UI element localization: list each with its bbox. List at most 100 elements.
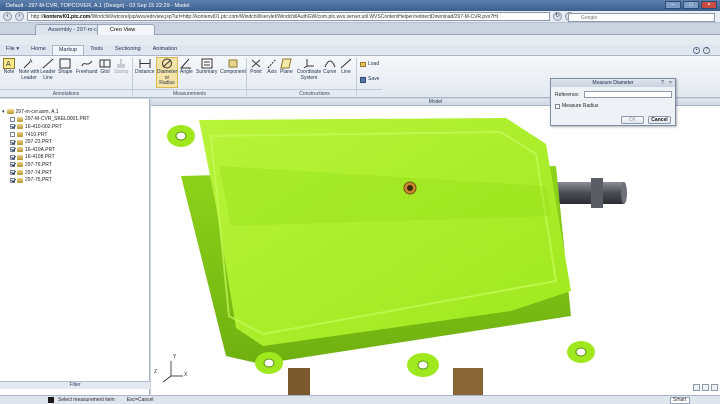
shape-label: Shape [58,69,73,75]
point-icon [250,58,262,69]
refresh-icon[interactable]: ↻ [553,12,562,21]
hole-feature[interactable] [403,181,417,195]
measure-radius-label: Measure Radius [562,103,599,109]
file-menu[interactable]: File ▾ [0,45,25,55]
view-icon[interactable] [693,384,700,391]
stamp-button[interactable]: Stamp [114,58,128,76]
tree-toolbar [0,99,149,108]
tree-root[interactable]: ▾ 297-m-cvr.asm, A.1 [0,108,149,116]
summary-button[interactable]: Summary [196,58,217,76]
distance-label: Distance [135,69,155,75]
point-button[interactable]: Point [250,58,262,76]
measure-diameter-dialog: Measure Diameter ? × Reference: Measure … [550,78,676,126]
line-button[interactable]: Line [340,58,352,76]
point-label: Point [250,69,262,75]
view-icon[interactable] [702,384,709,391]
visibility-checkbox[interactable] [10,170,15,176]
url-field[interactable]: http://kontenvl01.ptc.com/Windchill/wtco… [27,12,550,21]
load-button[interactable]: Load [360,61,379,68]
tab-creo-view[interactable]: Creo View [97,24,155,35]
collapse-icon[interactable]: ▾ [2,109,5,115]
shaft [556,178,627,208]
tree-item-label: 297-M-CVR_SKEL0001.PRT [25,116,90,123]
part-icon [17,154,23,160]
angle-label: Angle [180,69,193,75]
forward-icon[interactable]: › [15,12,24,21]
distance-button[interactable]: Distance [135,58,154,76]
minimize-button[interactable]: – [665,1,681,9]
pin-icon[interactable]: ▪ [693,47,700,54]
plane-button[interactable]: Plane [280,58,293,76]
coordinate-system-button[interactable]: Coordinate System [296,58,322,81]
tree-item-label: 16-410A.PRT [25,146,56,153]
close-icon[interactable]: × [667,79,674,87]
tab-sectioning[interactable]: Sectioning [109,45,147,55]
component-button[interactable]: Component [220,58,246,76]
tab-tools[interactable]: Tools [84,45,109,55]
tab-home[interactable]: Home [25,45,52,55]
visibility-checkbox[interactable] [10,116,15,122]
file-menu-label: File [6,46,15,52]
tree-item[interactable]: 297-23.PRT [0,138,149,146]
visibility-checkbox[interactable] [10,154,15,160]
gtol-button[interactable]: Gtol [99,58,111,76]
visibility-checkbox[interactable] [10,124,15,130]
note-button[interactable]: A Note [3,58,15,76]
tree-item[interactable]: 297-75.PRT [0,176,149,184]
axis-label-y: Y [173,354,177,360]
reference-field[interactable] [584,91,672,98]
selection-mode-select[interactable]: Smart [670,396,690,404]
note-label: Note [3,69,15,75]
measure-radius-checkbox[interactable] [555,103,560,109]
diameter-label: Diameter or Radius [156,69,178,86]
visibility-checkbox[interactable] [10,139,15,145]
save-button[interactable]: Save [360,77,379,83]
close-window-button[interactable]: × [701,1,717,9]
tab-animation[interactable]: Animation [147,45,183,55]
leader-line-button[interactable]: Leader Line [40,58,56,81]
coordinate-system-label: Coordinate System [296,69,322,81]
tree-root-label: 297-m-cvr.asm, A.1 [15,108,59,115]
visibility-checkbox[interactable] [10,147,15,153]
maximize-button[interactable]: □ [683,1,699,9]
diameter-button[interactable]: Diameter or Radius [156,57,178,88]
note-with-leader-button[interactable]: A Note with Leader [18,58,40,81]
model-canvas[interactable] [151,106,720,395]
visibility-checkbox[interactable] [10,132,15,138]
save-label: Save [368,76,380,83]
ok-button[interactable]: OK [621,116,644,124]
tree-item[interactable]: 297-76.PRT [0,161,149,169]
window-controls: – □ × [665,1,717,9]
part-icon [17,124,23,130]
search-placeholder: Google [581,14,598,21]
quick-access-toolbar [0,35,720,45]
filter-button[interactable]: Filter [0,381,150,389]
help-icon[interactable]: ? [703,47,710,54]
visibility-checkbox[interactable] [10,162,15,168]
assembly-icon [6,109,14,115]
search-input[interactable]: Google [568,12,715,22]
cancel-button[interactable]: Cancel [648,116,671,124]
view-icon[interactable] [711,384,718,391]
tree-item[interactable]: 16-410-002.PRT [0,123,149,131]
support-leg [453,368,483,395]
back-icon[interactable]: ‹ [3,12,12,21]
tree-item[interactable]: 297-M-CVR_SKEL0001.PRT [0,116,149,124]
axis-button[interactable]: Axis [266,58,278,76]
help-icon[interactable]: ? [659,79,666,87]
visibility-checkbox[interactable] [10,177,15,183]
tree-item-label: 16-4108.PRT [25,154,55,161]
tree-item[interactable]: 16-410A.PRT [0,146,149,154]
angle-button[interactable]: Angle [180,58,193,76]
tree-item[interactable]: 16-4108.PRT [0,154,149,162]
tree-item[interactable]: 7410.PRT [0,131,149,139]
shape-icon [59,58,71,69]
freehand-button[interactable]: Freehand [76,58,97,76]
gtol-icon [99,58,111,69]
curve-button[interactable]: Curve [323,58,336,76]
tree-item[interactable]: 297-74.PRT [0,169,149,177]
model-viewport[interactable]: Y X Z [151,106,720,395]
tab-markup[interactable]: Markup [51,45,85,55]
shape-button[interactable]: Shape [58,58,72,76]
url-prefix: http:// [31,14,44,20]
